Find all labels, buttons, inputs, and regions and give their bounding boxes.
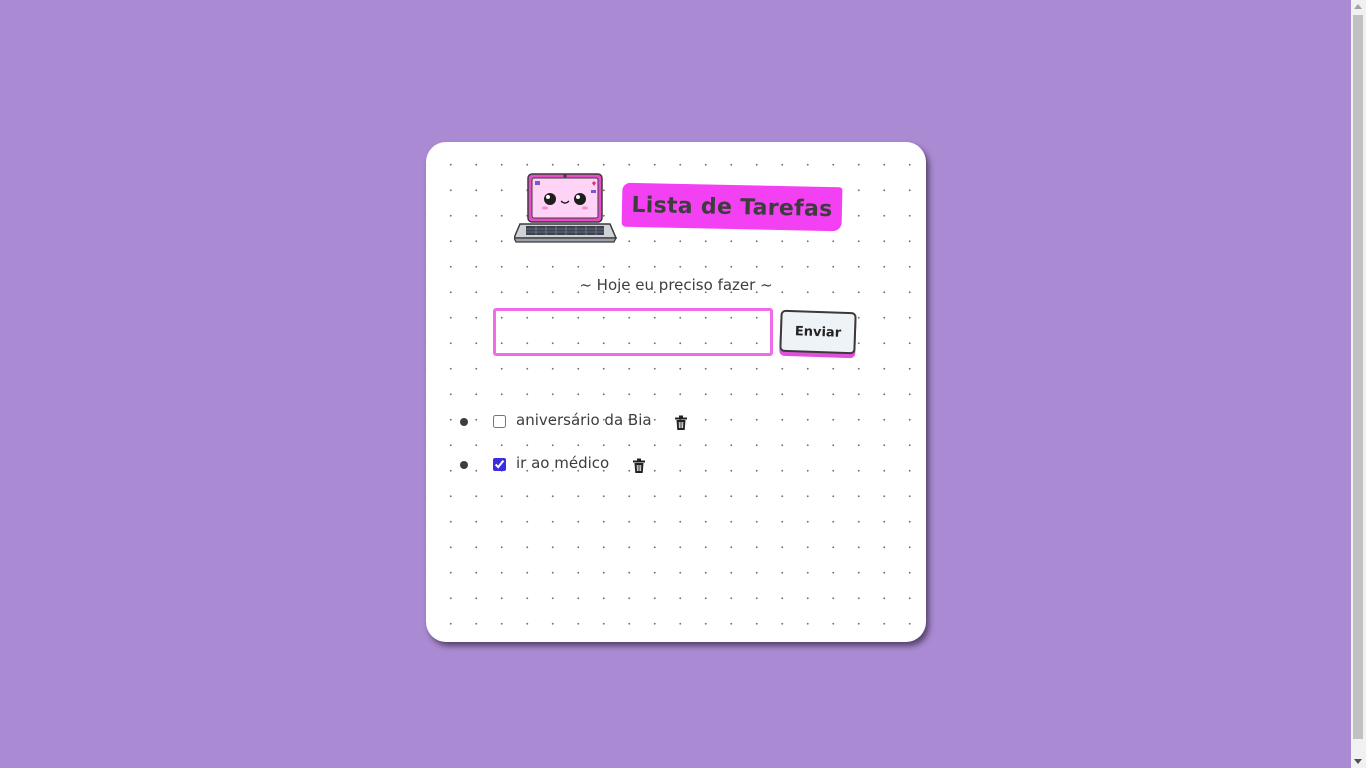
todo-card: Lista de Tarefas ~ Hoje eu preciso fazer… xyxy=(426,142,926,642)
scrollbar-thumb[interactable] xyxy=(1353,15,1363,739)
title-banner: Lista de Tarefas xyxy=(621,182,843,232)
trash-icon[interactable] xyxy=(674,415,688,431)
task-label: aniversário da Bia xyxy=(516,411,652,429)
task-input[interactable] xyxy=(493,308,773,356)
bullet-marker xyxy=(460,461,468,469)
subtitle: ~ Hoje eu preciso fazer ~ xyxy=(579,276,773,294)
task-list: aniversário da Bia ir ao médico xyxy=(426,402,926,488)
laptop-icon xyxy=(514,173,618,243)
send-button[interactable]: Enviar xyxy=(779,309,857,355)
task-label: ir ao médico xyxy=(516,454,610,472)
vertical-scrollbar[interactable] xyxy=(1351,0,1366,768)
task-checkbox[interactable] xyxy=(493,458,506,471)
app-title: Lista de Tarefas xyxy=(631,192,833,222)
header: Lista de Tarefas xyxy=(514,172,844,244)
scroll-down-arrow-icon[interactable] xyxy=(1354,759,1362,764)
trash-icon[interactable] xyxy=(632,458,646,474)
scroll-up-arrow-icon[interactable] xyxy=(1354,4,1362,9)
bullet-marker xyxy=(460,418,468,426)
task-checkbox[interactable] xyxy=(493,415,506,428)
list-item: aniversário da Bia xyxy=(426,402,926,445)
list-item: ir ao médico xyxy=(426,445,926,488)
page: Lista de Tarefas ~ Hoje eu preciso fazer… xyxy=(0,0,1366,768)
